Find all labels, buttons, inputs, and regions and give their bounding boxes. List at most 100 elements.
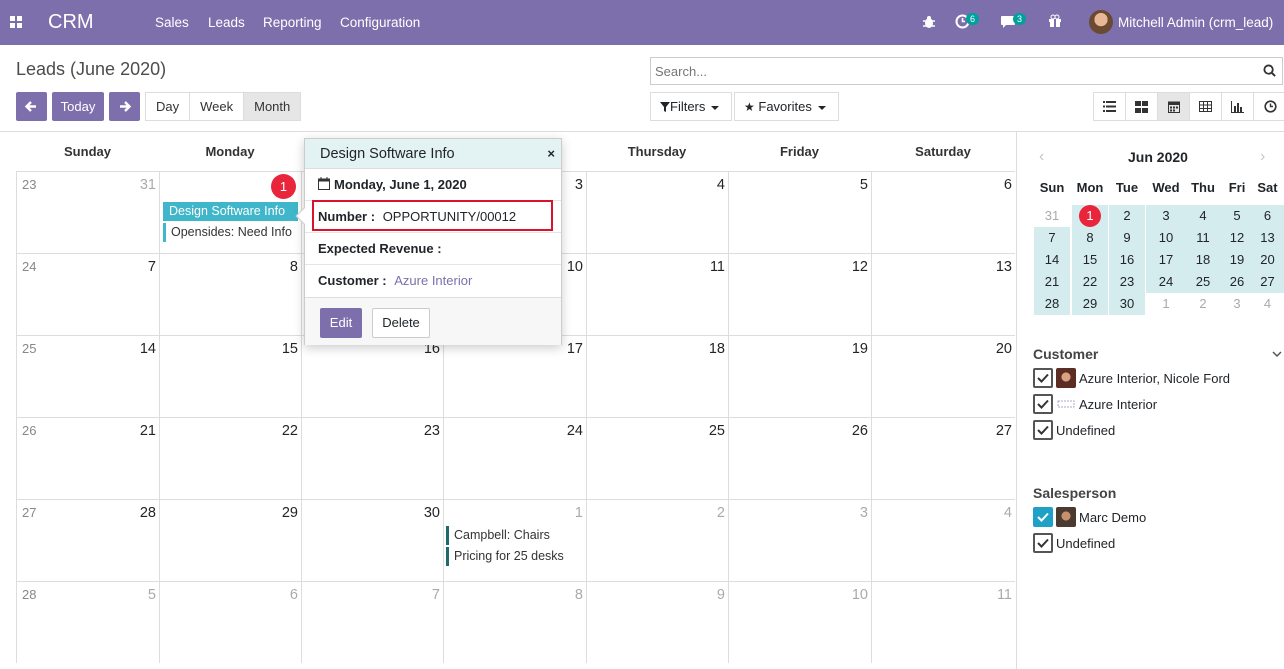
calendar-day-cell[interactable]: 17 xyxy=(443,335,586,417)
calendar-day-cell[interactable]: 19 xyxy=(728,335,871,417)
mini-calendar-day[interactable]: 25 xyxy=(1185,271,1221,293)
mini-calendar-day[interactable]: 15 xyxy=(1072,249,1108,271)
menu-leads[interactable]: Leads xyxy=(208,15,245,30)
customer-filter-item[interactable]: Azure Interior xyxy=(1033,394,1157,414)
calendar-day-cell[interactable]: 8 xyxy=(443,581,586,663)
event-campbell-chairs[interactable]: Campbell: Chairs xyxy=(446,526,581,545)
mini-calendar-day[interactable]: 29 xyxy=(1072,293,1108,315)
mini-calendar-day[interactable]: 24 xyxy=(1146,271,1186,293)
mini-prev-icon[interactable]: ‹ xyxy=(1039,148,1044,166)
calendar-day-cell[interactable]: 18 xyxy=(586,335,728,417)
calendar-day-cell[interactable]: 8 xyxy=(159,253,301,335)
mini-calendar-day[interactable]: 31 xyxy=(1034,205,1070,227)
mini-calendar-day[interactable]: 13 xyxy=(1250,227,1284,249)
mini-calendar-day[interactable]: 8 xyxy=(1072,227,1108,249)
salesperson-filter-item[interactable]: Undefined xyxy=(1033,533,1115,553)
calendar-day-cell[interactable]: 25 xyxy=(586,417,728,499)
mini-calendar-day[interactable]: 14 xyxy=(1034,249,1070,271)
mini-calendar-day[interactable]: 11 xyxy=(1185,227,1221,249)
calendar-day-cell[interactable]: 27 xyxy=(871,417,1015,499)
calendar-day-cell[interactable]: 9 xyxy=(586,581,728,663)
mini-calendar-day[interactable]: 1 xyxy=(1072,205,1108,227)
calendar-day-cell[interactable]: 5 xyxy=(728,171,871,253)
mini-calendar-day[interactable]: 7 xyxy=(1034,227,1070,249)
graph-view-button[interactable] xyxy=(1222,93,1254,120)
calendar-day-cell[interactable]: 11 xyxy=(586,253,728,335)
filters-dropdown[interactable]: Filters xyxy=(650,92,732,121)
calendar-day-cell[interactable]: 5 28 xyxy=(16,581,159,663)
calendar-view-button[interactable] xyxy=(1158,93,1190,120)
salesperson-filter-item[interactable]: Marc Demo xyxy=(1033,507,1146,527)
mini-calendar-day[interactable]: 3 xyxy=(1221,293,1253,315)
mini-calendar-day[interactable]: 21 xyxy=(1034,271,1070,293)
mini-calendar-day[interactable]: 28 xyxy=(1034,293,1070,315)
calendar-day-cell[interactable]: 13 xyxy=(871,253,1015,335)
delete-button[interactable]: Delete xyxy=(372,308,430,338)
apps-menu-icon[interactable] xyxy=(10,16,23,29)
today-button[interactable]: Today xyxy=(52,92,104,121)
search-input[interactable] xyxy=(655,59,1245,83)
menu-reporting[interactable]: Reporting xyxy=(263,15,322,30)
search-icon[interactable] xyxy=(1263,64,1276,77)
calendar-day-cell[interactable]: 4 xyxy=(586,171,728,253)
mini-calendar-day[interactable]: 4 xyxy=(1185,205,1221,227)
previous-button[interactable] xyxy=(16,92,47,121)
kanban-view-button[interactable] xyxy=(1126,93,1158,120)
menu-configuration[interactable]: Configuration xyxy=(340,15,420,30)
customer-filter-item[interactable]: Undefined xyxy=(1033,420,1115,440)
calendar-day-cell[interactable]: 16 xyxy=(301,335,443,417)
chevron-down-icon[interactable] xyxy=(1272,351,1282,358)
calendar-day-cell[interactable]: 31 23 xyxy=(16,171,159,253)
calendar-day-cell[interactable]: 29 xyxy=(159,499,301,581)
app-brand[interactable]: CRM xyxy=(48,11,94,34)
checkbox-checked[interactable] xyxy=(1033,394,1053,414)
calendar-day-cell[interactable]: 2 xyxy=(586,499,728,581)
mini-calendar-day[interactable]: 10 xyxy=(1146,227,1186,249)
mini-calendar-day[interactable]: 2 xyxy=(1185,293,1221,315)
scale-month-button[interactable]: Month xyxy=(244,93,301,120)
calendar-day-cell[interactable]: 20 xyxy=(871,335,1015,417)
calendar-day-cell[interactable]: 7 xyxy=(301,581,443,663)
scale-day-button[interactable]: Day xyxy=(146,93,191,120)
mini-calendar-day[interactable]: 19 xyxy=(1221,249,1253,271)
calendar-day-cell[interactable]: 11 xyxy=(871,581,1015,663)
mini-calendar-day[interactable]: 22 xyxy=(1072,271,1108,293)
activity-view-button[interactable] xyxy=(1254,93,1284,120)
bug-icon[interactable] xyxy=(922,15,936,29)
calendar-day-cell[interactable]: 15 xyxy=(159,335,301,417)
checkbox-checked[interactable] xyxy=(1033,420,1053,440)
checkbox-checked[interactable] xyxy=(1033,533,1053,553)
event-pricing-25-desks[interactable]: Pricing for 25 desks xyxy=(446,547,581,566)
mini-calendar-day[interactable]: 27 xyxy=(1250,271,1284,293)
mini-calendar-day[interactable]: 12 xyxy=(1221,227,1253,249)
checkbox-checked[interactable] xyxy=(1033,507,1053,527)
calendar-day-cell[interactable]: 21 26 xyxy=(16,417,159,499)
mini-calendar-day[interactable]: 9 xyxy=(1109,227,1145,249)
pivot-view-button[interactable] xyxy=(1190,93,1222,120)
mini-calendar-day[interactable]: 26 xyxy=(1221,271,1253,293)
calendar-day-cell[interactable]: 23 xyxy=(301,417,443,499)
mini-calendar-day[interactable]: 18 xyxy=(1185,249,1221,271)
customer-filter-item[interactable]: Azure Interior, Nicole Ford xyxy=(1033,368,1230,388)
mini-calendar-day[interactable]: 3 xyxy=(1146,205,1186,227)
calendar-day-cell[interactable]: 30 xyxy=(301,499,443,581)
mini-calendar-day[interactable]: 16 xyxy=(1109,249,1145,271)
user-avatar[interactable] xyxy=(1089,10,1113,34)
edit-button[interactable]: Edit xyxy=(320,308,362,338)
event-opensides-need-info[interactable]: Opensides: Need Info xyxy=(163,223,298,242)
calendar-day-cell[interactable]: 6 xyxy=(159,581,301,663)
gift-icon[interactable] xyxy=(1048,14,1062,28)
favorites-dropdown[interactable]: ★ Favorites xyxy=(734,92,839,121)
scale-week-button[interactable]: Week xyxy=(190,93,245,120)
close-icon[interactable]: × xyxy=(547,139,555,169)
mini-calendar-day[interactable]: 6 xyxy=(1250,205,1284,227)
search-bar[interactable] xyxy=(650,57,1283,85)
calendar-day-cell[interactable]: 22 xyxy=(159,417,301,499)
mini-calendar-day[interactable]: 30 xyxy=(1109,293,1145,315)
calendar-day-cell[interactable]: 24 xyxy=(443,417,586,499)
checkbox-checked[interactable] xyxy=(1033,368,1053,388)
mini-calendar-day[interactable]: 1 xyxy=(1146,293,1186,315)
list-view-button[interactable] xyxy=(1094,93,1126,120)
next-button[interactable] xyxy=(109,92,140,121)
customer-filter-heading[interactable]: Customer xyxy=(1033,346,1098,362)
